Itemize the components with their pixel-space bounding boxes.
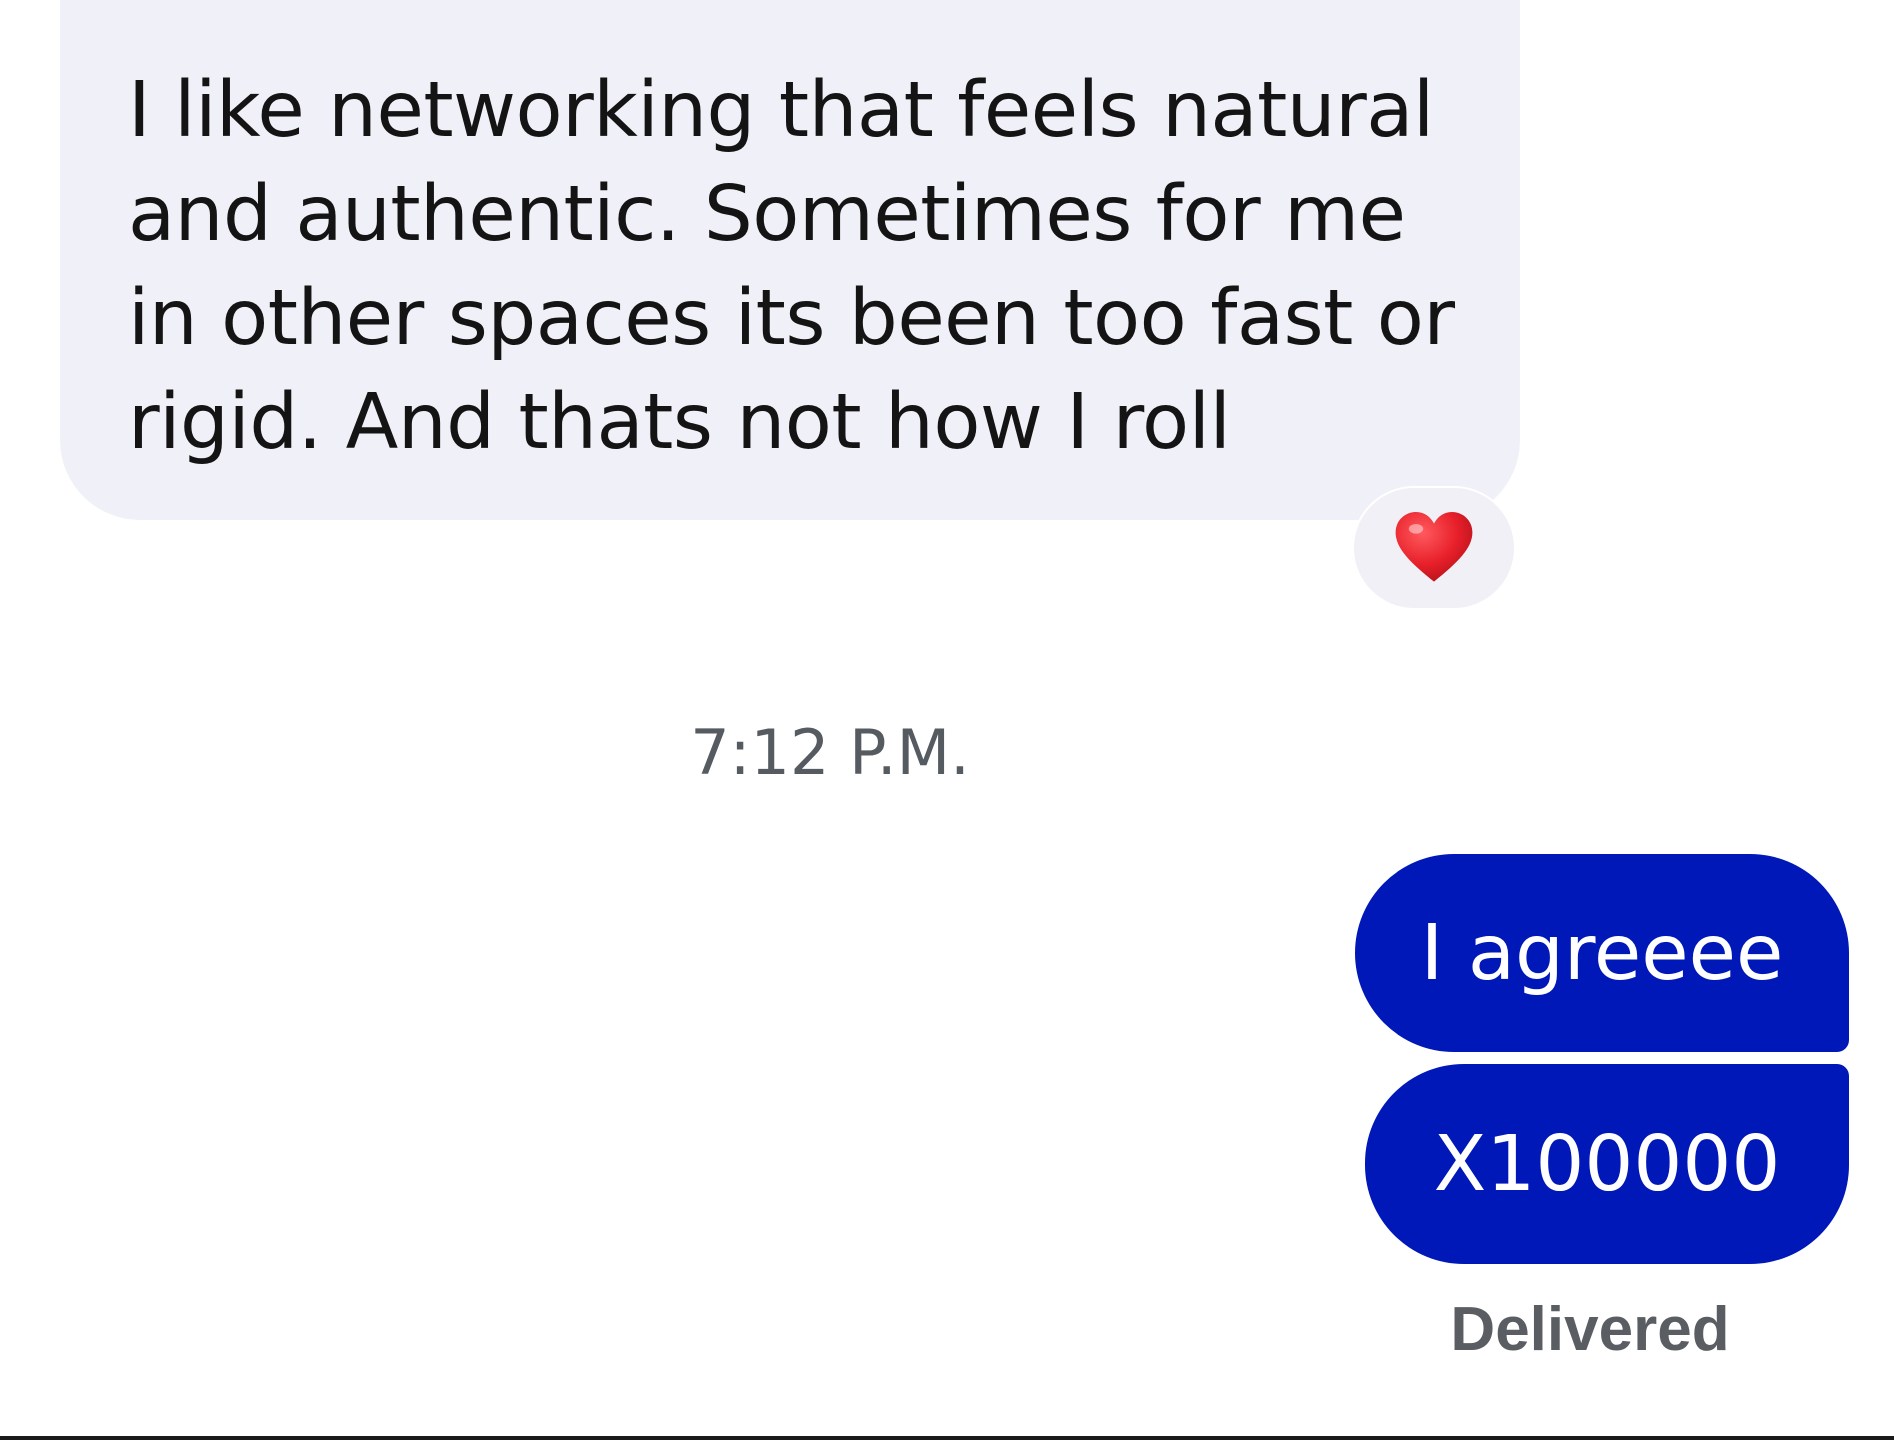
outgoing-message-text: I agreeee xyxy=(1420,908,1784,998)
outgoing-message-bubble[interactable]: I agreeee xyxy=(1355,854,1849,1052)
message-timestamp: 7:12 P.M. xyxy=(690,716,970,789)
incoming-message-text: I like networking that feels natural and… xyxy=(128,66,1455,467)
heart-icon xyxy=(1395,512,1473,582)
outgoing-message-text: X100000 xyxy=(1433,1119,1781,1209)
bottom-divider xyxy=(0,1436,1894,1440)
outgoing-message-bubble[interactable]: X100000 xyxy=(1365,1064,1849,1264)
delivery-status: Delivered xyxy=(1450,1295,1730,1364)
incoming-message-bubble[interactable]: I like networking that feels natural and… xyxy=(60,0,1520,520)
message-thread: I like networking that feels natural and… xyxy=(0,0,1894,1440)
message-reaction[interactable] xyxy=(1352,486,1516,610)
